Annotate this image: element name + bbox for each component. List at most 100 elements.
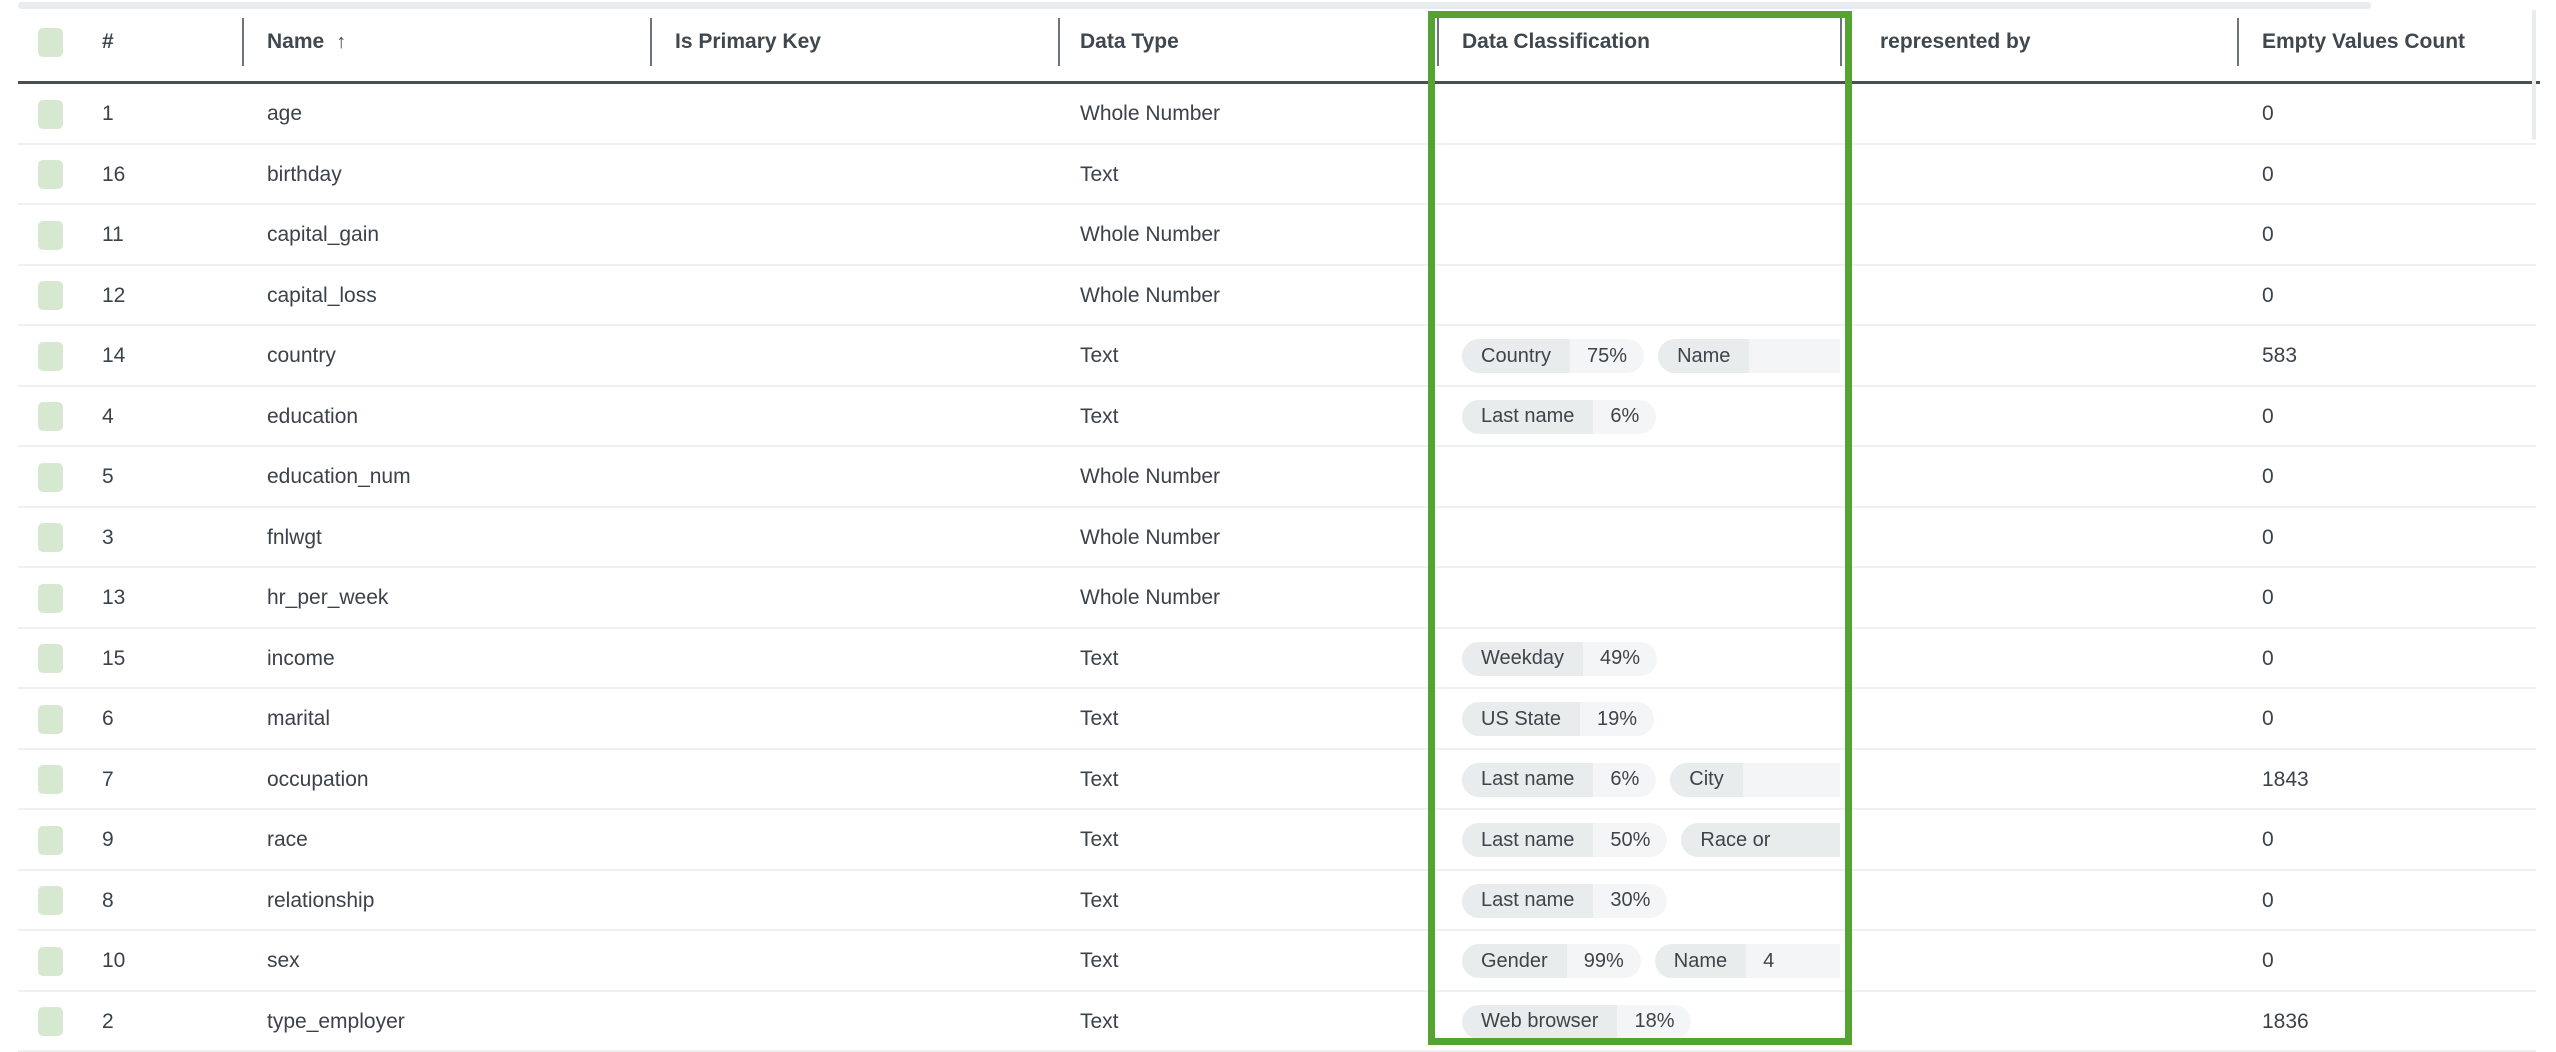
table-row[interactable]: 12 capital_loss Whole Number 0 xyxy=(0,266,2556,327)
row-checkbox[interactable] xyxy=(38,765,63,794)
row-checkbox[interactable] xyxy=(38,826,63,855)
row-select-cell xyxy=(0,326,90,387)
row-checkbox[interactable] xyxy=(38,584,63,613)
row-number: 16 xyxy=(90,145,242,206)
classification-pill[interactable]: Name4 xyxy=(1655,944,1840,978)
row-select-cell xyxy=(0,568,90,629)
row-select-cell xyxy=(0,992,90,1052)
classification-percent: 6% xyxy=(1593,400,1656,434)
classification-pill[interactable]: Last name6% xyxy=(1462,763,1656,797)
column-name-value: birthday xyxy=(242,145,650,206)
data-type-value: Text xyxy=(1058,145,1437,206)
column-header-label: Is Primary Key xyxy=(675,30,821,54)
table-body: 1 age Whole Number 0 16 birthday Text 0 … xyxy=(0,84,2556,1052)
column-header-is-primary-key[interactable]: Is Primary Key xyxy=(650,0,1058,84)
row-number: 9 xyxy=(90,810,242,871)
classification-pill[interactable]: Race or xyxy=(1681,823,1840,857)
empty-values-count-value: 0 xyxy=(2237,931,2556,992)
classification-pill[interactable]: Web browser18% xyxy=(1462,1005,1691,1039)
row-checkbox[interactable] xyxy=(38,886,63,915)
classification-pills: Last name50% Race or xyxy=(1462,823,1840,857)
column-header-data-type[interactable]: Data Type xyxy=(1058,0,1437,84)
row-select-cell xyxy=(0,871,90,932)
column-header-represented-by[interactable]: represented by xyxy=(1840,0,2237,84)
classification-pill[interactable]: US State19% xyxy=(1462,702,1654,736)
table-row[interactable]: 8 relationship Text Last name30% 0 xyxy=(0,871,2556,932)
classification-label: Last name xyxy=(1462,763,1593,797)
table-row[interactable]: 14 country Text Country75%Name 583 xyxy=(0,326,2556,387)
represented-by-value xyxy=(1840,931,2237,992)
column-name-value: type_employer xyxy=(242,992,650,1052)
is-primary-key-value xyxy=(650,145,1058,206)
classification-pill[interactable]: Gender99% xyxy=(1462,944,1641,978)
table-row[interactable]: 5 education_num Whole Number 0 xyxy=(0,447,2556,508)
row-checkbox[interactable] xyxy=(38,221,63,250)
row-checkbox[interactable] xyxy=(38,523,63,552)
table-row[interactable]: 6 marital Text US State19% 0 xyxy=(0,689,2556,750)
classification-label: City xyxy=(1670,763,1742,797)
columns-table: # Name ↑ Is Primary Key Data Type Data C… xyxy=(0,0,2556,1052)
row-checkbox[interactable] xyxy=(38,160,63,189)
table-row[interactable]: 7 occupation Text Last name6%City 1843 xyxy=(0,750,2556,811)
is-primary-key-value xyxy=(650,266,1058,327)
row-number: 8 xyxy=(90,871,242,932)
column-header-name[interactable]: Name ↑ xyxy=(242,0,650,84)
select-all-checkbox[interactable] xyxy=(38,28,63,57)
classification-pill[interactable]: Name xyxy=(1658,339,1840,373)
row-checkbox[interactable] xyxy=(38,1007,63,1036)
row-checkbox[interactable] xyxy=(38,342,63,371)
column-header-empty-values-count[interactable]: Empty Values Count xyxy=(2237,0,2556,84)
data-type-value: Whole Number xyxy=(1058,568,1437,629)
classification-percent xyxy=(1749,339,1840,373)
data-classification-cell: Last name30% xyxy=(1437,871,1840,932)
table-row[interactable]: 16 birthday Text 0 xyxy=(0,145,2556,206)
represented-by-value xyxy=(1840,992,2237,1052)
data-type-value: Text xyxy=(1058,689,1437,750)
data-type-value: Text xyxy=(1058,387,1437,448)
table-row[interactable]: 11 capital_gain Whole Number 0 xyxy=(0,205,2556,266)
table-row[interactable]: 13 hr_per_week Whole Number 0 xyxy=(0,568,2556,629)
column-name-value: sex xyxy=(242,931,650,992)
column-header-number[interactable]: # xyxy=(90,0,242,84)
row-number: 2 xyxy=(90,992,242,1052)
column-header-label: Empty Values Count xyxy=(2262,30,2465,54)
table-row[interactable]: 15 income Text Weekday49% 0 xyxy=(0,629,2556,690)
row-checkbox[interactable] xyxy=(38,402,63,431)
classification-label: Country xyxy=(1462,339,1570,373)
table-row[interactable]: 2 type_employer Text Web browser18% 1836 xyxy=(0,992,2556,1052)
classification-pill[interactable]: Last name30% xyxy=(1462,884,1667,918)
classification-pill[interactable]: Country75% xyxy=(1462,339,1644,373)
classification-pill[interactable]: City xyxy=(1670,763,1840,797)
column-header-label: Name xyxy=(267,30,324,54)
row-select-cell xyxy=(0,387,90,448)
table-row[interactable]: 9 race Text Last name50%Race or 0 xyxy=(0,810,2556,871)
row-checkbox[interactable] xyxy=(38,100,63,129)
row-checkbox[interactable] xyxy=(38,644,63,673)
classification-pill[interactable]: Last name50% xyxy=(1462,823,1667,857)
row-checkbox[interactable] xyxy=(38,947,63,976)
column-name-value: capital_loss xyxy=(242,266,650,327)
data-classification-cell: Last name6% xyxy=(1437,387,1840,448)
table-row[interactable]: 3 fnlwgt Whole Number 0 xyxy=(0,508,2556,569)
classification-percent: 30% xyxy=(1593,884,1667,918)
classification-pill[interactable]: Weekday49% xyxy=(1462,642,1657,676)
empty-values-count-value: 0 xyxy=(2237,84,2556,145)
is-primary-key-value xyxy=(650,992,1058,1052)
table-row[interactable]: 10 sex Text Gender99%Name4 0 xyxy=(0,931,2556,992)
classification-percent: 19% xyxy=(1580,702,1654,736)
data-type-value: Whole Number xyxy=(1058,266,1437,327)
data-type-value: Text xyxy=(1058,931,1437,992)
table-row[interactable]: 4 education Text Last name6% 0 xyxy=(0,387,2556,448)
classification-pill[interactable]: Last name6% xyxy=(1462,400,1656,434)
row-checkbox[interactable] xyxy=(38,705,63,734)
classification-pills: Last name6% City xyxy=(1462,763,1840,797)
data-classification-cell: Country75% Name xyxy=(1437,326,1840,387)
row-checkbox[interactable] xyxy=(38,463,63,492)
row-checkbox[interactable] xyxy=(38,281,63,310)
classification-label: Last name xyxy=(1462,884,1593,918)
classification-pills: US State19% xyxy=(1462,702,1654,736)
classification-label: Name xyxy=(1655,944,1746,978)
column-header-data-classification[interactable]: Data Classification xyxy=(1437,0,1840,84)
row-number: 7 xyxy=(90,750,242,811)
table-row[interactable]: 1 age Whole Number 0 xyxy=(0,84,2556,145)
